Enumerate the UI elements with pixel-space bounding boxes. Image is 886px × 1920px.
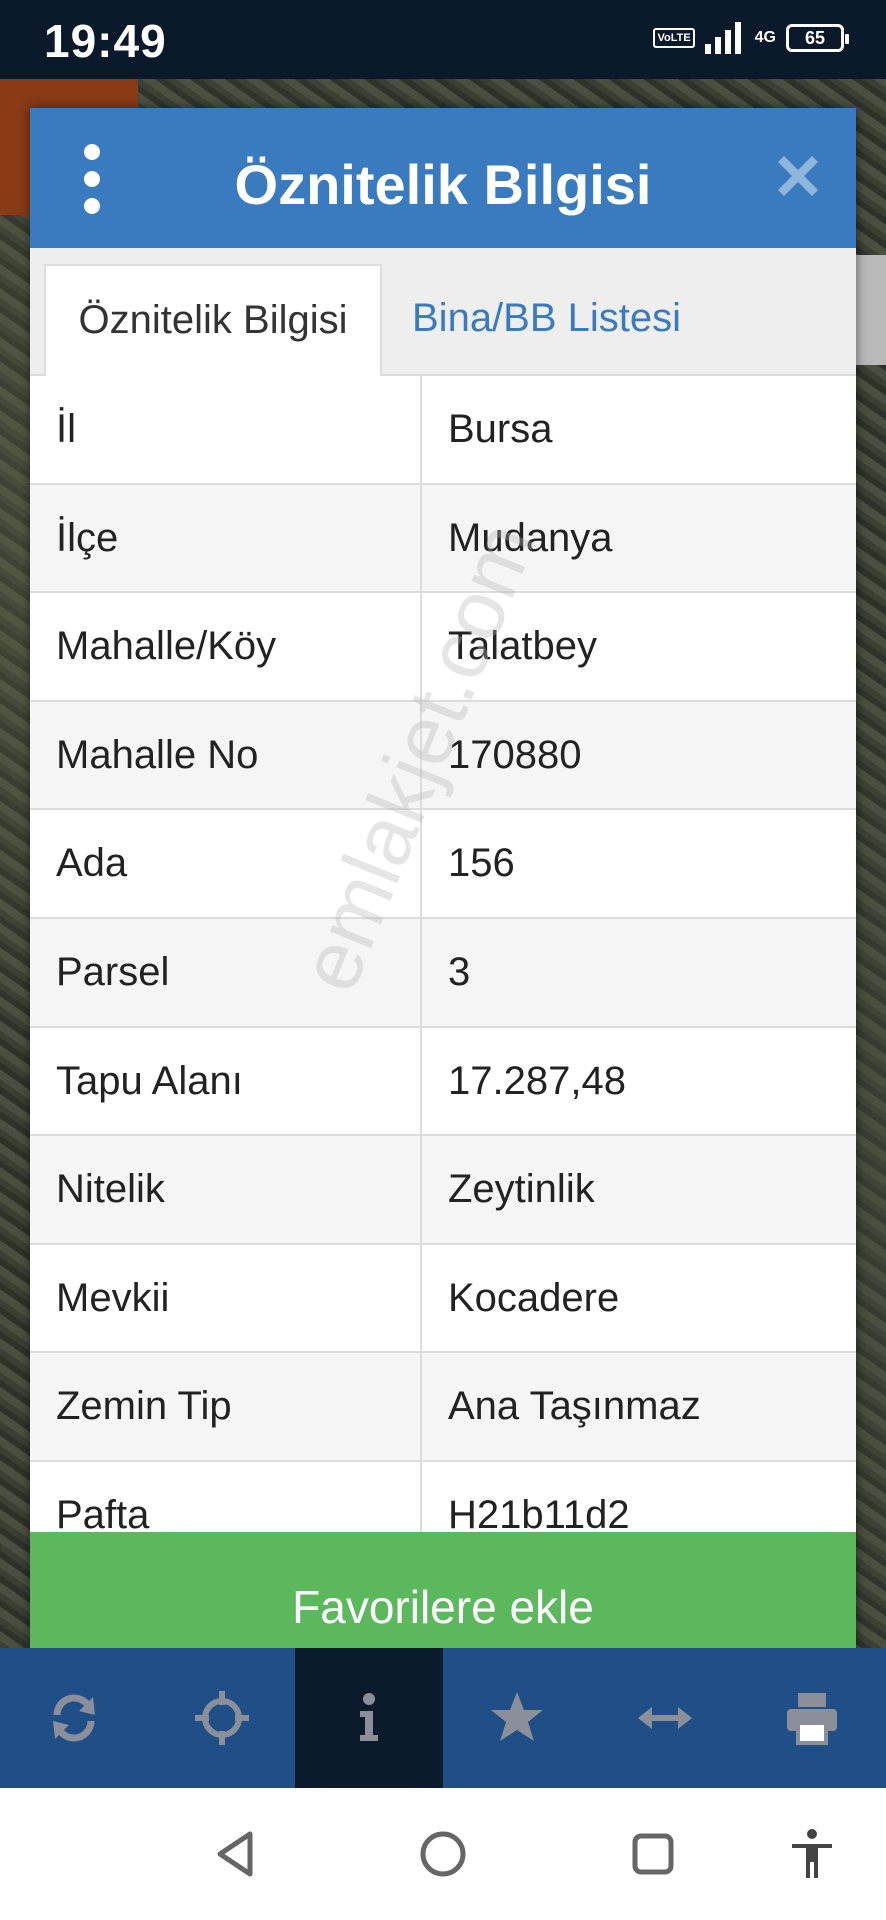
row-value: Kocadere [448,1275,620,1320]
status-time: 19:49 [44,15,167,67]
battery-icon: 65 [786,24,849,52]
row-key: Nitelik [30,1136,422,1243]
table-row: Pafta H21b11d2 [30,1461,856,1532]
dialog-title: Öznitelik Bilgisi [234,153,652,216]
row-key: Parsel [30,918,422,1026]
row-value: 170880 [448,732,582,777]
row-key: Zemin Tip [30,1353,422,1460]
row-value: Talatbey [448,624,597,669]
row-key: Tapu Alanı [30,1027,422,1135]
attribute-table[interactable]: İl Bursa İlçe Mudanya Mahalle/Köy Talatbey … [30,376,856,1532]
home-icon[interactable] [415,1826,471,1882]
table-row: Tapu Alanı 17.287,48 [30,1027,856,1137]
back-icon[interactable] [208,1826,264,1882]
row-value: 17.287,48 [448,1058,626,1103]
toolbar-item-locate[interactable] [148,1648,296,1788]
row-key: Pafta [30,1461,422,1532]
network-type-icon: 4G [754,29,776,46]
toolbar-item-measure[interactable] [591,1648,739,1788]
row-key: Ada [30,810,422,917]
table-row: İl Bursa [30,376,856,485]
row-value: 3 [448,949,471,994]
row-key: Mahalle No [30,701,422,809]
refresh-icon [52,1694,95,1742]
toolbar-item-info[interactable] [295,1648,444,1788]
row-key: İl [30,376,422,483]
row-value: Ana Taşınmaz [448,1384,701,1429]
table-row: İlçe Mudanya [30,484,856,594]
toolbar-item-favorites[interactable] [443,1648,591,1788]
table-row: Nitelik Zeytinlik [30,1136,856,1245]
toolbar-item-print[interactable] [738,1648,886,1788]
signal-icon [704,22,741,54]
dialog-header: Öznitelik Bilgisi [30,108,856,248]
table-row: Mevkii Kocadere [30,1244,856,1354]
map-toolbar [0,1648,886,1788]
status-bar: 19:49 VoLTE 4G 65 [0,0,886,79]
table-row: Mahalle/Köy Talatbey [30,593,856,702]
row-key: İlçe [30,484,422,592]
table-row: Mahalle No 170880 [30,701,856,811]
table-row: Parsel 3 [30,918,856,1028]
accessibility-icon[interactable] [784,1826,840,1882]
row-value: 156 [448,841,515,886]
star-icon [490,1692,543,1741]
tab-building-list[interactable]: Bina/BB Listesi [392,264,701,376]
status-icons: VoLTE 4G 65 [653,22,849,54]
row-value: Mudanya [448,515,613,560]
print-icon [787,1693,838,1745]
row-value: H21b11d2 [448,1492,630,1532]
tab-attribute-info[interactable]: Öznitelik Bilgisi [44,264,382,376]
dialog-tabs: Öznitelik Bilgisi Bina/BB Listesi [30,248,856,376]
row-key: Mahalle/Köy [30,593,422,700]
close-icon[interactable] [770,148,826,204]
info-icon [360,1693,379,1741]
recents-icon[interactable] [625,1826,681,1882]
table-row: Ada 156 [30,810,856,919]
toolbar-item-refresh[interactable] [0,1648,148,1788]
table-row: Zemin Tip Ana Taşınmaz [30,1353,856,1462]
volte-icon: VoLTE [653,28,695,48]
row-value: Bursa [448,407,553,451]
attribute-dialog: Öznitelik Bilgisi Öznitelik Bilgisi Bina… [30,108,856,1689]
measure-icon [637,1707,692,1729]
system-navigation-bar [0,1788,886,1920]
row-value: Zeytinlik [448,1167,595,1212]
locate-icon [194,1691,249,1745]
row-key: Mevkii [30,1244,422,1352]
